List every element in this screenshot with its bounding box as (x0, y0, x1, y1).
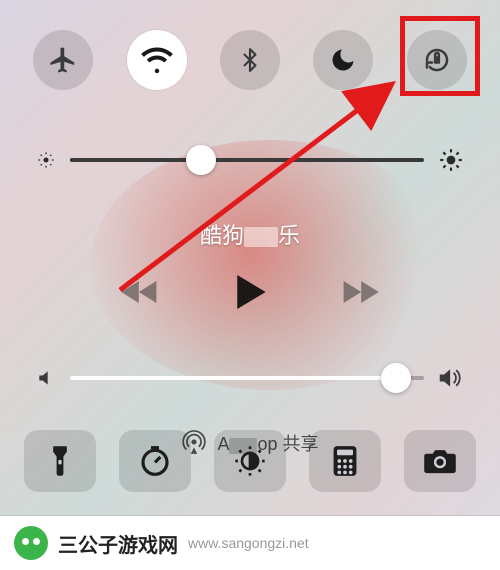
do-not-disturb-toggle[interactable] (313, 30, 373, 90)
now-playing-title: 酷狗 乐 (0, 218, 500, 250)
now-playing-prefix: 酷狗 (200, 223, 244, 248)
control-center-panel: 酷狗乐 Aop 共享 (0, 0, 500, 570)
watermark-bar: 三公子游戏网 www.sangongzi.net (0, 516, 500, 570)
media-transport-row (0, 272, 500, 312)
brightness-fill (70, 158, 201, 162)
wifi-icon (141, 44, 173, 76)
control-center-screenshot: 酷狗乐 Aop 共享 (0, 0, 500, 570)
camera-shortcut[interactable] (404, 430, 476, 492)
now-playing-suffix: 乐 (278, 223, 300, 248)
flashlight-shortcut[interactable] (24, 430, 96, 492)
brightness-low-icon (36, 150, 56, 170)
volume-fill (70, 376, 396, 380)
calculator-icon (332, 445, 358, 477)
brightness-slider[interactable] (70, 158, 424, 162)
calculator-shortcut[interactable] (309, 430, 381, 492)
fast-forward-icon (337, 276, 381, 308)
previous-track-button[interactable] (119, 276, 163, 308)
brightness-thumb[interactable] (186, 145, 216, 175)
volume-max-icon (438, 366, 464, 390)
timer-shortcut[interactable] (119, 430, 191, 492)
watermark-url: www.sangongzi.net (188, 535, 309, 551)
airplane-mode-toggle[interactable] (33, 30, 93, 90)
next-track-button[interactable] (337, 276, 381, 308)
bluetooth-toggle[interactable] (220, 30, 280, 90)
instruction-arrow (110, 70, 420, 300)
flashlight-icon (48, 444, 72, 478)
volume-mute-icon (36, 368, 56, 388)
do-not-disturb-icon (329, 46, 357, 74)
brightness-high-icon (438, 147, 464, 173)
rewind-icon (119, 276, 163, 308)
volume-thumb[interactable] (381, 363, 411, 393)
instruction-highlight-box (400, 16, 480, 96)
censored-text (244, 227, 278, 247)
camera-icon (423, 447, 457, 475)
volume-slider[interactable] (70, 376, 424, 380)
wifi-toggle[interactable] (127, 30, 187, 90)
airplane-mode-icon (48, 45, 78, 75)
volume-slider-row (36, 358, 464, 398)
watermark-logo-icon (14, 526, 48, 560)
bluetooth-icon (237, 45, 263, 75)
timer-icon (139, 445, 171, 477)
play-button[interactable] (233, 272, 267, 312)
night-shift-shortcut[interactable] (214, 430, 286, 492)
watermark-title: 三公子游戏网 (58, 529, 178, 558)
play-icon (233, 272, 267, 312)
night-shift-icon (234, 445, 266, 477)
brightness-slider-row (36, 140, 464, 180)
shortcut-row (24, 430, 476, 492)
